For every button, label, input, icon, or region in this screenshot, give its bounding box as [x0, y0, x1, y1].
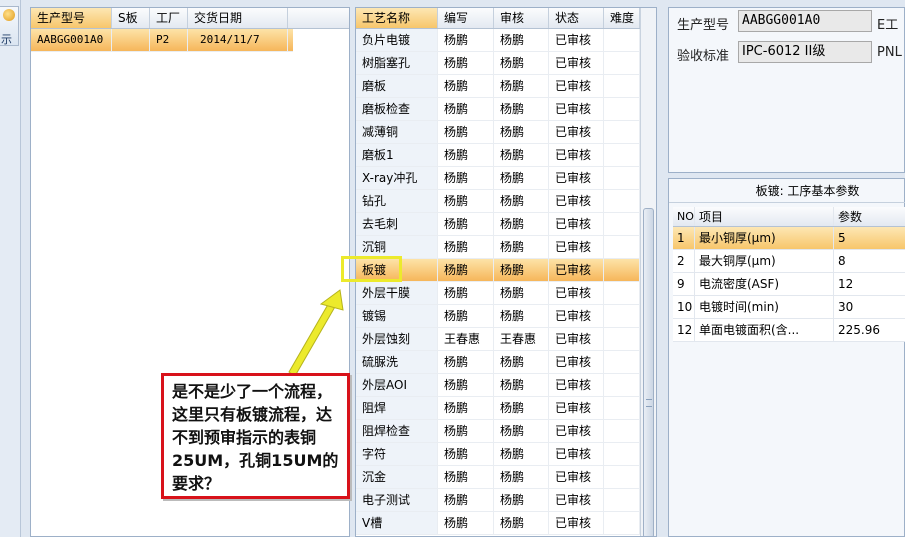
- arrow-shaft-icon: [288, 300, 337, 377]
- callout-text: 是不是少了一个流程，这里只有板镀流程，达不到预审指示的表铜25UM，孔铜15UM…: [172, 382, 339, 493]
- highlight-box: [341, 256, 402, 282]
- annotation-arrow: [288, 289, 344, 377]
- annotation-callout: 是不是少了一个流程，这里只有板镀流程，达不到预审指示的表铜25UM，孔铜15UM…: [161, 373, 350, 499]
- arrow-head-icon: [319, 289, 344, 311]
